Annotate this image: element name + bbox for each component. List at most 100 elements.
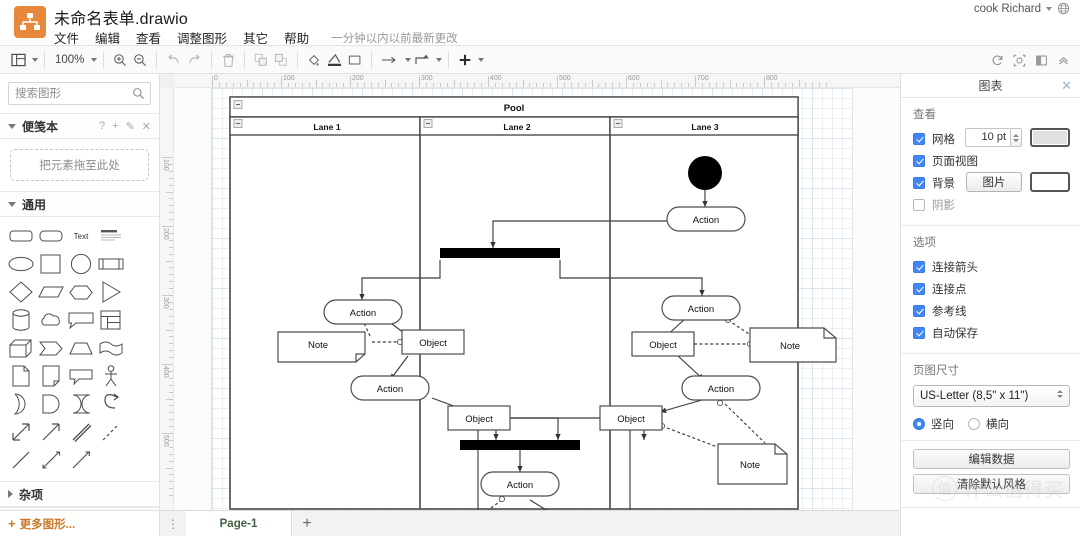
- refresh-icon[interactable]: [991, 54, 1004, 67]
- waypoint-style-icon[interactable]: [411, 49, 433, 71]
- edit-icon[interactable]: ✎: [126, 120, 135, 133]
- chevron-down-icon[interactable]: [1013, 138, 1019, 142]
- callout-shape[interactable]: [68, 307, 94, 333]
- option-autosave[interactable]: 自动保存: [913, 323, 1070, 342]
- send-to-back-icon[interactable]: [271, 49, 291, 71]
- background-color-swatch[interactable]: [1030, 172, 1070, 192]
- grid-size-stepper[interactable]: 10 pt: [965, 128, 1022, 147]
- actor-shape[interactable]: [98, 363, 124, 389]
- diagram-canvas[interactable]: Pool Lane 1 Lane 2 Lane 3 Action Action …: [212, 88, 852, 518]
- insert-dropdown-caret-icon[interactable]: [478, 58, 485, 62]
- delay-shape[interactable]: [38, 391, 64, 417]
- menu-extras[interactable]: 其它: [243, 28, 268, 47]
- connection-arrows-checkbox[interactable]: [913, 260, 925, 273]
- zoom-dropdown-caret-icon[interactable]: [91, 58, 98, 62]
- clear-default-style-button[interactable]: 清除默认风格: [913, 474, 1070, 494]
- redo-icon[interactable]: [184, 49, 205, 71]
- parallelogram-shape[interactable]: [38, 279, 64, 305]
- grid-size-input[interactable]: 10 pt: [965, 128, 1011, 147]
- user-area[interactable]: cook Richard: [974, 2, 1070, 15]
- page-view-checkbox[interactable]: [913, 154, 925, 167]
- section-scratchpad[interactable]: 便笺本 ? + ✎ ✕: [0, 113, 159, 139]
- directional-line-shape[interactable]: [68, 447, 94, 473]
- page-tab-1[interactable]: Page-1: [186, 511, 292, 536]
- connection-points-checkbox[interactable]: [913, 282, 925, 295]
- line-shape[interactable]: [8, 447, 34, 473]
- section-misc[interactable]: 杂项: [0, 481, 159, 507]
- orientation-portrait-radio[interactable]: [913, 418, 925, 430]
- hexagon-shape[interactable]: [68, 279, 94, 305]
- autosave-checkbox[interactable]: [913, 326, 925, 339]
- menu-arrange[interactable]: 调整图形: [177, 28, 227, 47]
- tape-shape[interactable]: [98, 335, 124, 361]
- grid-size-spinner[interactable]: [1011, 128, 1022, 147]
- option-page-view[interactable]: 页面视图: [913, 151, 1070, 170]
- help-icon[interactable]: ?: [99, 120, 105, 132]
- fill-color-icon[interactable]: [304, 49, 324, 71]
- edit-data-button[interactable]: 编辑数据: [913, 449, 1070, 469]
- zoom-in-icon[interactable]: [110, 49, 130, 71]
- menu-edit[interactable]: 编辑: [95, 28, 120, 47]
- collapse-toolbar-icon[interactable]: [1057, 54, 1070, 67]
- background-checkbox[interactable]: [913, 176, 925, 189]
- layout-panels-icon[interactable]: [8, 49, 29, 71]
- rounded-rect-2-shape[interactable]: [38, 223, 64, 249]
- close-icon[interactable]: ✕: [1061, 79, 1072, 92]
- note-shape[interactable]: [38, 363, 64, 389]
- paper-size-select[interactable]: US-Letter (8,5" x 11"): [913, 385, 1070, 407]
- scratchpad-dropzone[interactable]: 把元素拖至此处: [10, 149, 149, 181]
- option-guides[interactable]: 参考线: [913, 301, 1070, 320]
- option-connection-arrows[interactable]: 连接箭头: [913, 257, 1070, 276]
- fullscreen-icon[interactable]: [1013, 54, 1026, 67]
- plus-icon[interactable]: [455, 49, 475, 71]
- shape-outline-icon[interactable]: [345, 49, 365, 71]
- arrow-shape[interactable]: [38, 419, 64, 445]
- zoom-level-label[interactable]: 100%: [51, 54, 88, 66]
- guides-checkbox[interactable]: [913, 304, 925, 317]
- waypoint-dropdown-caret-icon[interactable]: [436, 58, 443, 62]
- undo-icon[interactable]: [163, 49, 184, 71]
- square-shape[interactable]: [38, 251, 64, 277]
- format-panel-icon[interactable]: [1035, 54, 1048, 67]
- bidirectional-line-shape[interactable]: [38, 447, 64, 473]
- data-storage-shape[interactable]: [68, 391, 94, 417]
- document-shape[interactable]: [8, 363, 34, 389]
- cylinder-shape[interactable]: [8, 307, 34, 333]
- option-shadow[interactable]: 阴影: [913, 195, 1070, 214]
- triangle-shape[interactable]: [98, 279, 124, 305]
- step-shape[interactable]: [38, 335, 64, 361]
- add-icon[interactable]: +: [112, 120, 118, 132]
- menu-help[interactable]: 帮助: [284, 28, 309, 47]
- grid-checkbox[interactable]: [913, 132, 925, 145]
- menu-file[interactable]: 文件: [54, 28, 79, 47]
- zoom-out-icon[interactable]: [130, 49, 150, 71]
- curve-arrow-shape[interactable]: [98, 391, 124, 417]
- grid-color-swatch[interactable]: [1030, 128, 1070, 147]
- table-shape[interactable]: [98, 307, 124, 333]
- bidirectional-arrow-shape[interactable]: [8, 419, 34, 445]
- page-sheet[interactable]: Pool Lane 1 Lane 2 Lane 3 Action Action …: [212, 88, 852, 518]
- close-icon[interactable]: ✕: [142, 120, 151, 133]
- horizontal-ruler[interactable]: 0 100 200 300 400 500 600 700 800: [160, 74, 900, 88]
- more-shapes-button[interactable]: + 更多图形...: [0, 510, 159, 536]
- diamond-shape[interactable]: [8, 279, 34, 305]
- trapezoid-shape[interactable]: [68, 335, 94, 361]
- orientation-landscape-radio[interactable]: [968, 418, 980, 430]
- shadow-checkbox[interactable]: [913, 198, 925, 211]
- text-shape[interactable]: Text: [68, 223, 94, 249]
- line-color-icon[interactable]: [324, 49, 345, 71]
- heading-text-shape[interactable]: [98, 223, 124, 249]
- vertical-ruler[interactable]: 100 200 300 400 500: [160, 88, 174, 536]
- page-menu-icon[interactable]: ⋮: [160, 517, 186, 531]
- cube-shape[interactable]: [8, 335, 34, 361]
- trash-icon[interactable]: [218, 49, 238, 71]
- rounded-rect-shape[interactable]: [8, 223, 34, 249]
- canvas-area[interactable]: 0 100 200 300 400 500 600 700 800 100 200 300 400 50…: [160, 74, 900, 536]
- dashed-line-shape[interactable]: [98, 419, 124, 445]
- search-box[interactable]: [8, 82, 151, 105]
- circle-shape[interactable]: [68, 251, 94, 277]
- section-general[interactable]: 通用: [0, 191, 159, 217]
- ellipse-shape[interactable]: [8, 251, 34, 277]
- add-page-button[interactable]: +: [292, 515, 322, 533]
- or-shape[interactable]: [8, 391, 34, 417]
